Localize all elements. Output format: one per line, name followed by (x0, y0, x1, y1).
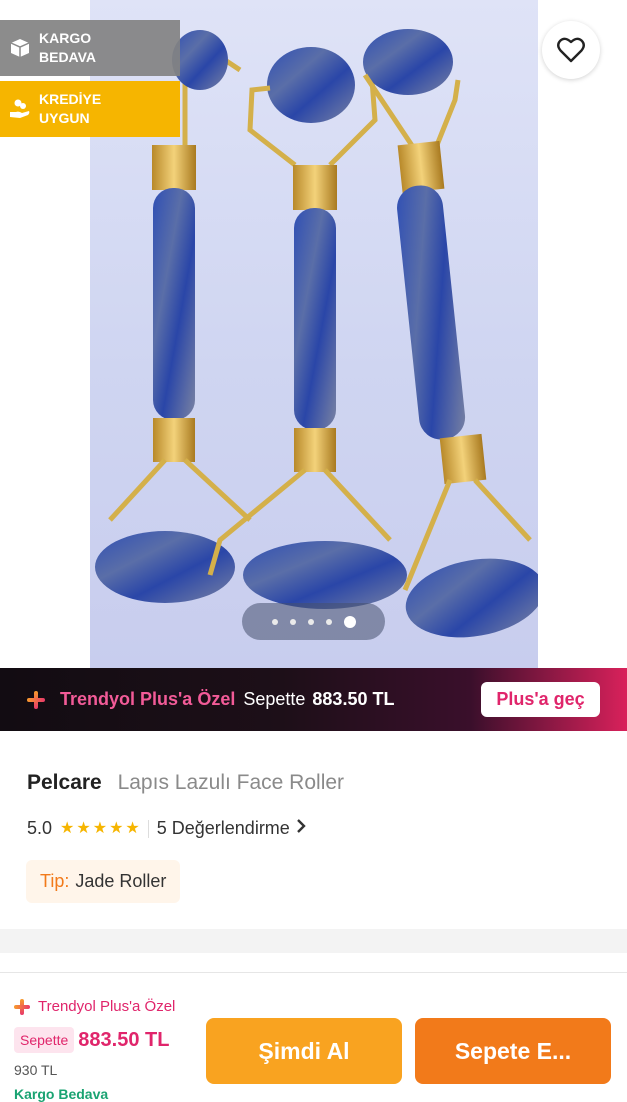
product-image-gallery[interactable]: KARGO BEDAVA KREDİYE UYGUN (0, 0, 627, 668)
badge-line2: BEDAVA (39, 49, 97, 65)
bottom-plus-text: Trendyol Plus'a Özel (38, 998, 176, 1015)
bottom-price-row: Sepette 883.50 TL (14, 1027, 169, 1053)
rating-value: 5.0 (27, 818, 53, 838)
product-title: Pelcare Lapıs Lazulı Face Roller (27, 771, 344, 795)
bottom-bar-divider (0, 972, 627, 973)
badge-line2: UYGUN (39, 110, 90, 126)
plus-price: 883.50 TL (312, 689, 395, 709)
image-pagination[interactable] (242, 603, 385, 640)
original-price: 930 TL (14, 1062, 58, 1078)
sepette-chip: Sepette (14, 1027, 75, 1053)
hand-coins-icon (8, 97, 32, 121)
chevron-right-icon (296, 818, 306, 839)
pagination-dot[interactable] (289, 618, 296, 625)
pagination-dot-active[interactable] (343, 615, 356, 628)
type-attribute-chip[interactable]: Tip: Jade Roller (26, 860, 181, 903)
badge-line1: KARGO (39, 30, 92, 46)
credit-eligible-badge: KREDİYE UYGUN (0, 81, 180, 137)
star-icon: ★ (76, 819, 91, 837)
pagination-dot[interactable] (307, 618, 314, 625)
star-icon: ★ (92, 819, 108, 837)
review-count-link[interactable]: 5 Değerlendirme (157, 818, 290, 839)
type-value: Jade Roller (75, 871, 167, 891)
star-icon: ★ (60, 819, 75, 837)
plus-sepette-label: Sepette (243, 689, 306, 709)
add-to-cart-button[interactable]: Sepete E... (415, 1018, 611, 1084)
badge-line1: KREDİYE (39, 91, 102, 107)
brand-name[interactable]: Pelcare (27, 771, 102, 794)
package-icon (8, 36, 32, 60)
plus-icon (14, 998, 30, 1015)
pagination-dot[interactable] (325, 618, 332, 625)
switch-to-plus-button[interactable]: Plus'a geç (481, 682, 600, 717)
heart-icon (557, 37, 585, 63)
favorite-button[interactable] (542, 21, 600, 79)
pagination-dot[interactable] (271, 618, 278, 625)
rating-summary[interactable]: 5.0 ★ ★ ★ ★ ★ 5 Değerlendirme (27, 818, 306, 839)
star-icon: ★ (109, 819, 124, 837)
plus-banner: Trendyol Plus'a Özel Sepette 883.50 TL P… (0, 668, 627, 731)
star-icon: ★ (125, 819, 140, 837)
free-cargo-label: Kargo Bedava (14, 1086, 109, 1102)
star-rating: ★ ★ ★ ★ ★ (60, 819, 140, 837)
section-divider (0, 929, 627, 953)
plus-icon (26, 690, 46, 710)
free-shipping-badge: KARGO BEDAVA (0, 20, 180, 76)
bottom-plus-label: Trendyol Plus'a Özel (14, 998, 175, 1015)
type-label: Tip: (40, 871, 70, 891)
divider (147, 819, 149, 838)
bottom-price: 883.50 TL (78, 1028, 170, 1051)
product-name: Lapıs Lazulı Face Roller (117, 771, 345, 794)
buy-now-button[interactable]: Şimdi Al (206, 1018, 402, 1084)
plus-title: Trendyol Plus'a Özel (60, 689, 236, 709)
